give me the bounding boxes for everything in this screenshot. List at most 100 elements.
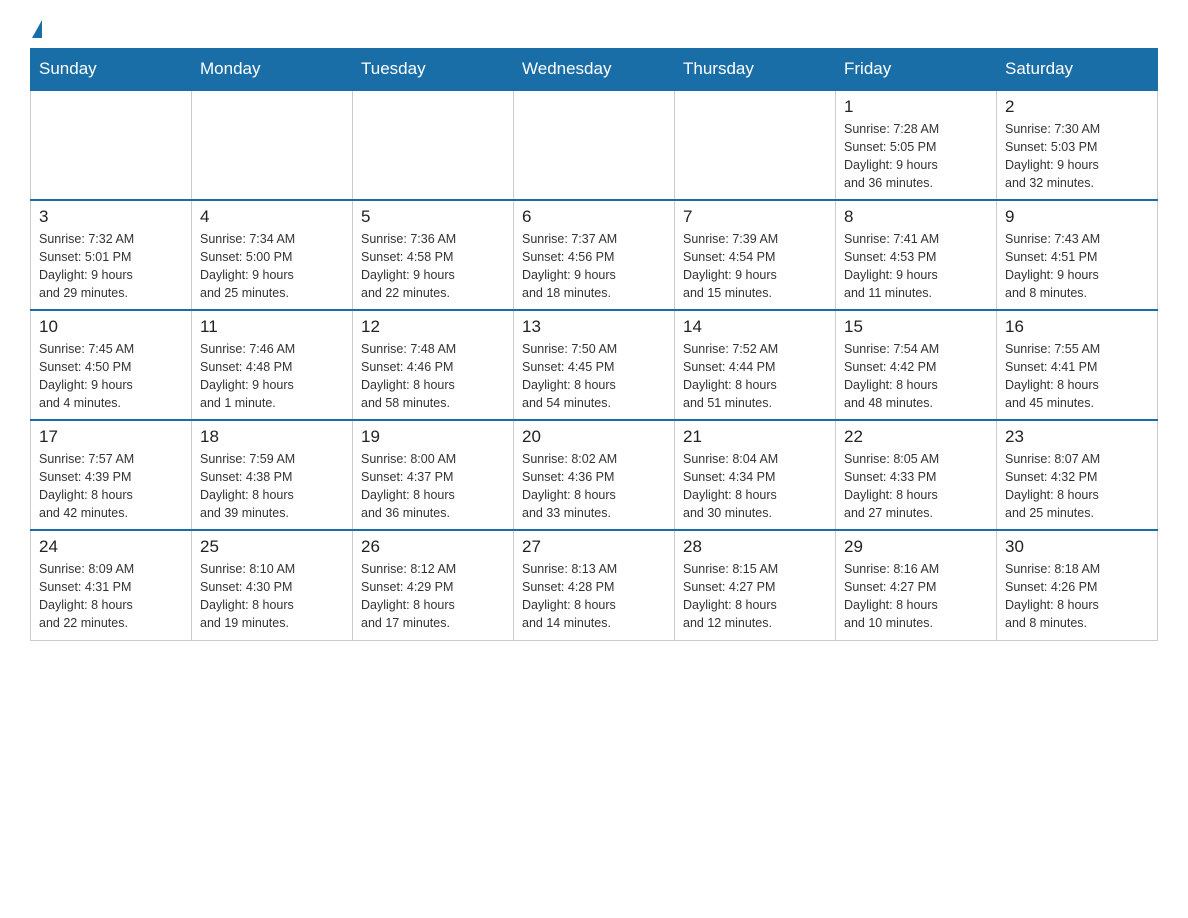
day-info: Sunrise: 7:39 AMSunset: 4:54 PMDaylight:… [683,230,827,303]
calendar-week-row: 3 Sunrise: 7:32 AMSunset: 5:01 PMDaylight… [31,200,1158,310]
calendar-cell [675,90,836,200]
calendar-cell: 3 Sunrise: 7:32 AMSunset: 5:01 PMDaylight… [31,200,192,310]
day-info: Sunrise: 7:46 AMSunset: 4:48 PMDaylight:… [200,340,344,413]
day-number: 4 [200,207,344,227]
calendar-cell: 29 Sunrise: 8:16 AMSunset: 4:27 PMDayligh… [836,530,997,640]
day-info: Sunrise: 7:45 AMSunset: 4:50 PMDaylight:… [39,340,183,413]
day-number: 9 [1005,207,1149,227]
day-number: 14 [683,317,827,337]
day-info: Sunrise: 7:57 AMSunset: 4:39 PMDaylight:… [39,450,183,523]
calendar-cell: 15 Sunrise: 7:54 AMSunset: 4:42 PMDayligh… [836,310,997,420]
calendar-cell: 21 Sunrise: 8:04 AMSunset: 4:34 PMDayligh… [675,420,836,530]
day-info: Sunrise: 7:32 AMSunset: 5:01 PMDaylight:… [39,230,183,303]
day-info: Sunrise: 7:50 AMSunset: 4:45 PMDaylight:… [522,340,666,413]
day-number: 17 [39,427,183,447]
day-info: Sunrise: 8:04 AMSunset: 4:34 PMDaylight:… [683,450,827,523]
day-number: 11 [200,317,344,337]
day-number: 13 [522,317,666,337]
day-number: 21 [683,427,827,447]
calendar-cell: 9 Sunrise: 7:43 AMSunset: 4:51 PMDaylight… [997,200,1158,310]
day-number: 2 [1005,97,1149,117]
calendar-cell: 13 Sunrise: 7:50 AMSunset: 4:45 PMDayligh… [514,310,675,420]
day-info: Sunrise: 8:13 AMSunset: 4:28 PMDaylight:… [522,560,666,633]
calendar-cell: 8Sunrise: 7:41 AMSunset: 4:53 PMDaylight… [836,200,997,310]
calendar-cell: 10Sunrise: 7:45 AMSunset: 4:50 PMDayligh… [31,310,192,420]
day-number: 5 [361,207,505,227]
calendar-cell: 20Sunrise: 8:02 AMSunset: 4:36 PMDayligh… [514,420,675,530]
day-number: 27 [522,537,666,557]
calendar-cell: 19 Sunrise: 8:00 AMSunset: 4:37 PMDayligh… [353,420,514,530]
weekday-header-wednesday: Wednesday [514,49,675,91]
day-info: Sunrise: 7:30 AMSunset: 5:03 PMDaylight:… [1005,120,1149,193]
day-info: Sunrise: 8:05 AMSunset: 4:33 PMDaylight:… [844,450,988,523]
calendar-cell: 27 Sunrise: 8:13 AMSunset: 4:28 PMDayligh… [514,530,675,640]
day-number: 26 [361,537,505,557]
day-info: Sunrise: 7:52 AMSunset: 4:44 PMDaylight:… [683,340,827,413]
day-info: Sunrise: 8:00 AMSunset: 4:37 PMDaylight:… [361,450,505,523]
day-number: 18 [200,427,344,447]
calendar-cell: 12Sunrise: 7:48 AMSunset: 4:46 PMDayligh… [353,310,514,420]
day-number: 29 [844,537,988,557]
calendar-cell: 22 Sunrise: 8:05 AMSunset: 4:33 PMDayligh… [836,420,997,530]
day-info: Sunrise: 7:37 AMSunset: 4:56 PMDaylight:… [522,230,666,303]
weekday-header-sunday: Sunday [31,49,192,91]
weekday-header-thursday: Thursday [675,49,836,91]
calendar-cell [514,90,675,200]
calendar-cell: 14 Sunrise: 7:52 AMSunset: 4:44 PMDayligh… [675,310,836,420]
day-info: Sunrise: 8:10 AMSunset: 4:30 PMDaylight:… [200,560,344,633]
calendar-cell: 7 Sunrise: 7:39 AMSunset: 4:54 PMDaylight… [675,200,836,310]
weekday-header-friday: Friday [836,49,997,91]
calendar-cell: 5 Sunrise: 7:36 AMSunset: 4:58 PMDaylight… [353,200,514,310]
weekday-header-saturday: Saturday [997,49,1158,91]
calendar-week-row: 17 Sunrise: 7:57 AMSunset: 4:39 PMDayligh… [31,420,1158,530]
day-number: 7 [683,207,827,227]
day-number: 6 [522,207,666,227]
logo [30,20,42,38]
day-info: Sunrise: 8:09 AMSunset: 4:31 PMDaylight:… [39,560,183,633]
logo-triangle-icon [32,20,42,38]
day-info: Sunrise: 7:34 AMSunset: 5:00 PMDaylight:… [200,230,344,303]
day-number: 8 [844,207,988,227]
calendar-cell: 23Sunrise: 8:07 AMSunset: 4:32 PMDayligh… [997,420,1158,530]
day-info: Sunrise: 7:43 AMSunset: 4:51 PMDaylight:… [1005,230,1149,303]
calendar-week-row: 24 Sunrise: 8:09 AMSunset: 4:31 PMDayligh… [31,530,1158,640]
day-info: Sunrise: 8:18 AMSunset: 4:26 PMDaylight:… [1005,560,1149,633]
calendar-cell: 18 Sunrise: 7:59 AMSunset: 4:38 PMDayligh… [192,420,353,530]
day-info: Sunrise: 8:16 AMSunset: 4:27 PMDaylight:… [844,560,988,633]
calendar-cell [192,90,353,200]
calendar-cell: 17 Sunrise: 7:57 AMSunset: 4:39 PMDayligh… [31,420,192,530]
day-info: Sunrise: 8:07 AMSunset: 4:32 PMDaylight:… [1005,450,1149,523]
calendar-week-row: 1Sunrise: 7:28 AMSunset: 5:05 PMDaylight… [31,90,1158,200]
day-number: 19 [361,427,505,447]
day-info: Sunrise: 7:54 AMSunset: 4:42 PMDaylight:… [844,340,988,413]
day-number: 30 [1005,537,1149,557]
weekday-header-tuesday: Tuesday [353,49,514,91]
day-info: Sunrise: 8:02 AMSunset: 4:36 PMDaylight:… [522,450,666,523]
day-number: 22 [844,427,988,447]
calendar-cell: 2 Sunrise: 7:30 AMSunset: 5:03 PMDaylight… [997,90,1158,200]
day-info: Sunrise: 8:12 AMSunset: 4:29 PMDaylight:… [361,560,505,633]
calendar-cell: 25 Sunrise: 8:10 AMSunset: 4:30 PMDayligh… [192,530,353,640]
day-number: 28 [683,537,827,557]
calendar-cell: 4 Sunrise: 7:34 AMSunset: 5:00 PMDaylight… [192,200,353,310]
calendar-cell: 28Sunrise: 8:15 AMSunset: 4:27 PMDayligh… [675,530,836,640]
day-number: 16 [1005,317,1149,337]
day-number: 24 [39,537,183,557]
calendar-cell: 1Sunrise: 7:28 AMSunset: 5:05 PMDaylight… [836,90,997,200]
day-number: 25 [200,537,344,557]
day-info: Sunrise: 7:28 AMSunset: 5:05 PMDaylight:… [844,120,988,193]
calendar-cell: 30 Sunrise: 8:18 AMSunset: 4:26 PMDayligh… [997,530,1158,640]
calendar-cell [31,90,192,200]
calendar-cell: 11 Sunrise: 7:46 AMSunset: 4:48 PMDayligh… [192,310,353,420]
day-info: Sunrise: 7:48 AMSunset: 4:46 PMDaylight:… [361,340,505,413]
calendar-cell [353,90,514,200]
day-info: Sunrise: 7:36 AMSunset: 4:58 PMDaylight:… [361,230,505,303]
day-number: 3 [39,207,183,227]
header [30,20,1158,38]
calendar-table: SundayMondayTuesdayWednesdayThursdayFrid… [30,48,1158,641]
calendar-header-row: SundayMondayTuesdayWednesdayThursdayFrid… [31,49,1158,91]
day-info: Sunrise: 7:59 AMSunset: 4:38 PMDaylight:… [200,450,344,523]
calendar-cell: 24 Sunrise: 8:09 AMSunset: 4:31 PMDayligh… [31,530,192,640]
day-info: Sunrise: 7:55 AMSunset: 4:41 PMDaylight:… [1005,340,1149,413]
day-number: 15 [844,317,988,337]
